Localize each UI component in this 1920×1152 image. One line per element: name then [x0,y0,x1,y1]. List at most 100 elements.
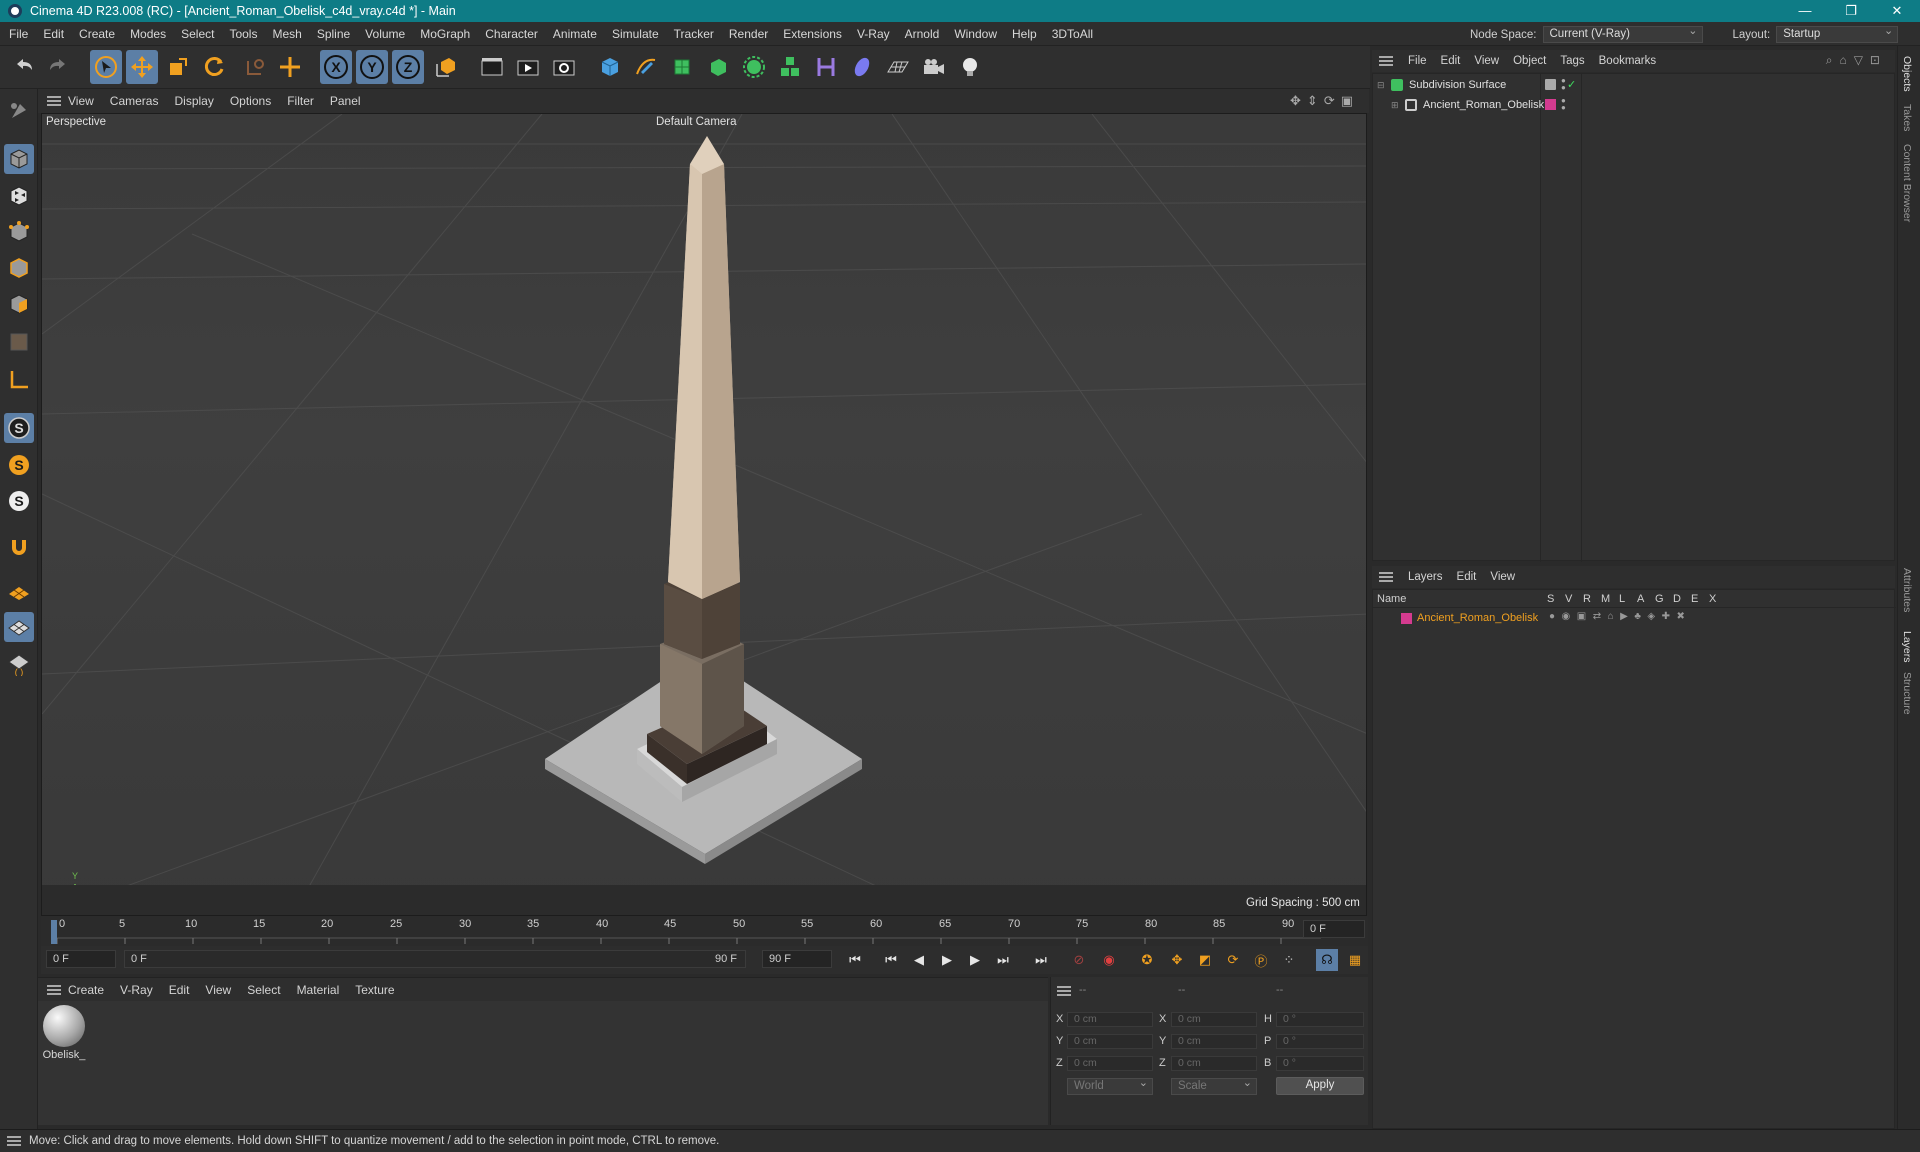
z-axis-lock-button[interactable]: Z [392,50,424,84]
column-expressions[interactable]: E [1691,593,1698,605]
cube-primitive-button[interactable] [594,50,626,84]
coordinates-menu-icon[interactable] [1057,986,1071,996]
column-solo[interactable]: S [1547,593,1554,605]
menu-animate[interactable]: Animate [553,27,597,41]
side-tab-objects[interactable]: Objects [1901,56,1913,92]
material-menu-edit[interactable]: Edit [169,983,190,997]
texture-mode-button[interactable] [4,181,34,211]
y-axis-lock-button[interactable]: Y [356,50,388,84]
menu-extensions[interactable]: Extensions [783,27,842,41]
extrude-button[interactable] [702,50,734,84]
object-row-subdivision-surface[interactable]: ⊟ Subdivision Surface ● ● ✓ [1377,77,1877,94]
viewport-menu-icon[interactable] [47,96,61,106]
material-menu-select[interactable]: Select [247,983,280,997]
layer-menu-edit[interactable]: Edit [1457,571,1477,583]
object-menu-object[interactable]: Object [1513,55,1546,67]
next-key-button[interactable]: ⏭ [992,949,1014,971]
obelisk-model[interactable] [545,136,862,864]
model-mode-button[interactable] [4,144,34,174]
menu-volume[interactable]: Volume [365,27,405,41]
pos-z-field[interactable]: 0 cm [1067,1056,1153,1071]
object-menu-bookmarks[interactable]: Bookmarks [1599,55,1657,67]
close-button[interactable]: ✕ [1874,0,1920,22]
viewport-nav-icons[interactable]: ✥⇕⟳▣ [1290,93,1359,109]
layer-menu-icon[interactable] [1379,572,1393,582]
go-to-end-button[interactable]: ⏭ [1030,949,1052,971]
viewport-menu-panel[interactable]: Panel [330,94,361,108]
column-locked[interactable]: L [1619,593,1625,605]
layer-tag-icon[interactable] [1545,79,1556,90]
rot-h-field[interactable]: 0 ° [1276,1012,1364,1027]
coord-space-dropdown[interactable]: World [1067,1076,1153,1095]
world-coordinates-button[interactable] [430,50,462,84]
side-tab-layers[interactable]: Layers [1901,631,1913,663]
menu-modes[interactable]: Modes [130,27,166,41]
size-y-field[interactable]: 0 cm [1171,1034,1257,1049]
points-mode-button[interactable] [4,217,34,247]
cloner-button[interactable] [738,50,770,84]
layer-menu-view[interactable]: View [1490,571,1515,583]
side-tab-attributes[interactable]: Attributes [1901,568,1913,612]
status-menu-icon[interactable] [7,1136,21,1146]
keyframe-selection-button[interactable]: ✪ [1136,949,1158,971]
menu-mograph[interactable]: MoGraph [420,27,470,41]
key-position-button[interactable]: ✥ [1166,949,1188,971]
timeline-ruler[interactable] [41,916,1368,946]
material-menu-texture[interactable]: Texture [355,983,394,997]
recent-tool-button[interactable] [238,50,270,84]
record-active-button[interactable]: ⊘ [1068,949,1090,971]
menu-tracker[interactable]: Tracker [674,27,714,41]
side-tab-structure[interactable]: Structure [1901,672,1913,715]
material-menu-view[interactable]: View [205,983,231,997]
rot-p-field[interactable]: 0 ° [1276,1034,1364,1049]
side-tab-takes[interactable]: Takes [1901,104,1913,131]
motion-system-button[interactable]: ☊ [1316,949,1338,971]
minimize-button[interactable]: — [1782,0,1828,22]
uv-mode-button[interactable] [4,327,34,357]
workplane-snap-button[interactable]: S [4,486,34,516]
menu-window[interactable]: Window [954,27,997,41]
axis-mode-button[interactable] [4,365,34,395]
viewport-menu-cameras[interactable]: Cameras [110,94,159,108]
planar-workplane-button[interactable]: ( ) [4,648,34,678]
material-obelisk[interactable]: Obelisk_ [42,1005,86,1065]
layer-name[interactable]: Ancient_Roman_Obelisk [1417,612,1538,624]
expand-toggle-icon[interactable]: ⊞ [1391,100,1399,111]
layout-dropdown[interactable]: Startup [1776,24,1899,43]
viewport-menu-display[interactable]: Display [174,94,213,108]
object-menu-edit[interactable]: Edit [1441,55,1461,67]
edges-mode-button[interactable] [4,253,34,283]
frame-range-slider[interactable]: 0 F 90 F [124,950,746,968]
node-space-dropdown[interactable]: Current (V-Ray) [1542,24,1703,43]
undo-button[interactable] [8,50,40,84]
viewport-menu-view[interactable]: View [68,94,94,108]
key-rotation-button[interactable]: ⟳ [1222,949,1244,971]
playhead[interactable] [51,920,57,944]
menu-create[interactable]: Create [79,27,115,41]
key-parameter-button[interactable]: Ⓟ [1250,949,1272,971]
menu-file[interactable]: File [9,27,28,41]
previous-key-button[interactable]: ⏮ [880,949,902,971]
material-menu-icon[interactable] [47,985,61,995]
move-tool-button[interactable] [126,50,158,84]
object-menu-file[interactable]: File [1408,55,1427,67]
menu-simulate[interactable]: Simulate [612,27,659,41]
play-button[interactable]: ▶ [936,949,958,971]
menu-vray[interactable]: V-Ray [857,27,890,41]
viewport-camera-label[interactable]: Default Camera [656,116,737,128]
viewport-menu-filter[interactable]: Filter [287,94,314,108]
end-frame-field[interactable]: 90 F [762,950,832,968]
snap-toggle-button[interactable]: S [4,413,34,443]
column-render[interactable]: R [1583,593,1591,605]
menu-render[interactable]: Render [729,27,768,41]
size-x-field[interactable]: 0 cm [1171,1012,1257,1027]
size-z-field[interactable]: 0 cm [1171,1056,1257,1071]
visibility-dots-icon[interactable]: ● ● [1561,97,1566,112]
material-menu-create[interactable]: Create [68,983,104,997]
menu-mesh[interactable]: Mesh [272,27,301,41]
previous-frame-button[interactable]: ◀ [908,949,930,971]
collapse-toggle-icon[interactable]: ⊟ [1377,80,1385,91]
menu-edit[interactable]: Edit [43,27,64,41]
3d-viewport[interactable]: Y Z X [41,113,1367,916]
subdivision-surface-button[interactable] [666,50,698,84]
